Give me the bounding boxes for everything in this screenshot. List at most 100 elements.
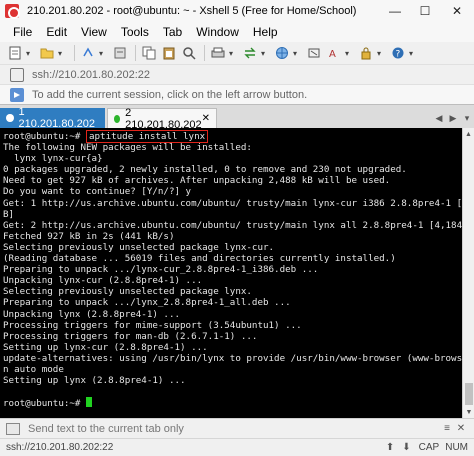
- tab-label: 1 210.201.80.202: [18, 106, 95, 130]
- tab-scroll-right-icon[interactable]: ▶: [446, 113, 460, 124]
- terminal-line: B]: [3, 208, 15, 220]
- terminal-line: Get: 2 http://us.archive.ubuntu.com/ubun…: [3, 219, 462, 231]
- menu-edit[interactable]: Edit: [39, 22, 74, 42]
- highlighted-command: aptitude install lynx: [85, 130, 209, 143]
- window-title: 210.201.80.202 - root@ubuntu: ~ - Xshell…: [27, 5, 357, 17]
- minimize-button[interactable]: —: [380, 0, 410, 22]
- terminal-output[interactable]: root@ubuntu:~# aptitude install lynx The…: [0, 128, 462, 418]
- menu-window[interactable]: Window: [189, 22, 246, 42]
- scroll-down-status-icon[interactable]: ⬇: [402, 442, 410, 453]
- compose-close-icon[interactable]: ✕: [454, 423, 468, 434]
- menu-help[interactable]: Help: [246, 22, 285, 42]
- lock-icon[interactable]: [357, 44, 375, 62]
- folder-icon[interactable]: [38, 44, 56, 62]
- chevron-down-icon[interactable]: ▾: [26, 49, 34, 58]
- find-icon[interactable]: [180, 44, 198, 62]
- print-icon[interactable]: [209, 44, 227, 62]
- compose-bar: Send text to the current tab only ≡ ✕: [0, 418, 474, 438]
- toolbar-divider: [74, 45, 75, 61]
- chevron-down-icon[interactable]: ▾: [58, 49, 66, 58]
- maximize-button[interactable]: ☐: [410, 0, 440, 22]
- status-indicators: ⬆ ⬇ CAP NUM: [386, 442, 474, 453]
- num-indicator: NUM: [445, 442, 468, 453]
- terminal-line: Selecting previously unselected package …: [3, 241, 275, 253]
- menu-bar: File Edit View Tools Tab Window Help: [0, 22, 474, 42]
- toolbar-divider: [204, 45, 205, 61]
- chevron-down-icon[interactable]: ▾: [99, 49, 107, 58]
- status-dot-icon: [6, 114, 14, 122]
- properties-icon[interactable]: [111, 44, 129, 62]
- terminal-line: update-alternatives: using /usr/bin/lynx…: [3, 352, 462, 364]
- close-button[interactable]: ✕: [440, 0, 474, 22]
- globe-icon[interactable]: [273, 44, 291, 62]
- tab-session-1[interactable]: 1 210.201.80.202: [0, 106, 105, 130]
- terminal-cursor: [85, 397, 92, 408]
- address-bar: ssh://210.201.80.202:22: [0, 64, 474, 84]
- scroll-up-icon[interactable]: ▲: [463, 128, 474, 140]
- info-text: To add the current session, click on the…: [32, 88, 308, 101]
- compose-menu-icon[interactable]: ≡: [440, 423, 454, 434]
- chevron-down-icon[interactable]: ▾: [293, 49, 301, 58]
- chevron-down-icon[interactable]: ▾: [409, 49, 417, 58]
- terminal-line: Setting up lynx (2.8.8pre4-1) ...: [3, 375, 186, 387]
- tab-navigation: ◀ ▶ ▾: [432, 108, 474, 128]
- svg-text:?: ?: [396, 50, 401, 60]
- terminal-final-prompt-line: root@ubuntu:~#: [3, 397, 462, 409]
- chevron-down-icon[interactable]: ▾: [377, 49, 385, 58]
- terminal-line: Unpacking lynx-cur (2.8.8pre4-1) ...: [3, 275, 203, 287]
- reconnect-icon[interactable]: [79, 44, 97, 62]
- terminal-line: Get: 1 http://us.archive.ubuntu.com/ubun…: [3, 197, 462, 209]
- scroll-down-icon[interactable]: ▼: [463, 406, 474, 418]
- copy-icon[interactable]: [140, 44, 158, 62]
- tab-bar: 1 210.201.80.202 2 210.201.80.202 ✕ ◀ ▶ …: [0, 104, 474, 131]
- menu-tools[interactable]: Tools: [114, 22, 156, 42]
- compose-input[interactable]: Send text to the current tab only: [28, 423, 184, 435]
- menu-file[interactable]: File: [6, 22, 39, 42]
- paste-icon[interactable]: [160, 44, 178, 62]
- terminal-line: (Reading database ... 56019 files and di…: [3, 253, 396, 265]
- transfer-icon[interactable]: [241, 44, 259, 62]
- address-field[interactable]: ssh://210.201.80.202:22: [32, 69, 150, 81]
- terminal-line: Processing triggers for mime-support (3.…: [3, 319, 302, 331]
- scroll-up-status-icon[interactable]: ⬆: [386, 442, 394, 453]
- terminal-lines: The following NEW packages will be insta…: [3, 142, 462, 386]
- terminal-line: lynx lynx-cur{a}: [3, 153, 103, 165]
- menu-tab[interactable]: Tab: [156, 22, 189, 42]
- terminal-prompt: root@ubuntu:~#: [3, 398, 86, 410]
- session-icon: [10, 67, 24, 82]
- compose-icon[interactable]: [6, 422, 20, 435]
- help-icon[interactable]: ?: [389, 44, 407, 62]
- status-host: ssh://210.201.80.202:22: [6, 442, 114, 453]
- terminal-line: The following NEW packages will be insta…: [3, 142, 252, 154]
- add-session-arrow-icon[interactable]: [10, 87, 24, 102]
- status-bar: ssh://210.201.80.202:22 ⬆ ⬇ CAP NUM: [0, 438, 474, 456]
- scroll-thumb[interactable]: [465, 383, 473, 405]
- terminal-line: n auto mode: [3, 363, 64, 375]
- toolbar: ▾ ▾ ▾ ▾ ▾ ▾ A ▾ ▾ ? ▾: [0, 42, 474, 64]
- terminal-command-line: root@ubuntu:~# aptitude install lynx: [3, 130, 462, 143]
- close-tab-icon[interactable]: ✕: [202, 113, 210, 124]
- terminal-line: Selecting previously unselected package …: [3, 286, 252, 298]
- chevron-down-icon[interactable]: ▾: [261, 49, 269, 58]
- terminal-line: Preparing to unpack .../lynx-cur_2.8.8pr…: [3, 264, 319, 276]
- tab-scroll-left-icon[interactable]: ◀: [432, 113, 446, 124]
- info-bar: To add the current session, click on the…: [0, 84, 474, 104]
- font-icon[interactable]: A: [325, 44, 343, 62]
- new-session-icon[interactable]: [6, 44, 24, 62]
- terminal-line: Fetched 927 kB in 2s (441 kB/s): [3, 230, 175, 242]
- terminal-line: 0 packages upgraded, 2 newly installed, …: [3, 164, 407, 176]
- tab-menu-icon[interactable]: ▾: [460, 113, 474, 124]
- menu-view[interactable]: View: [74, 22, 114, 42]
- tab-label: 2 210.201.80.202: [125, 106, 202, 131]
- terminal-prompt: root@ubuntu:~#: [3, 131, 86, 142]
- terminal-line: Need to get 927 kB of archives. After un…: [3, 175, 391, 187]
- window-controls: — ☐ ✕: [380, 0, 474, 22]
- terminal-scrollbar[interactable]: ▲ ▼: [462, 128, 474, 418]
- terminal-line: Preparing to unpack .../lynx_2.8.8pre4-1…: [3, 297, 291, 309]
- toolbar-divider: [135, 45, 136, 61]
- chevron-down-icon[interactable]: ▾: [229, 49, 237, 58]
- tab-session-2[interactable]: 2 210.201.80.202 ✕: [107, 106, 217, 131]
- fullscreen-icon[interactable]: [305, 44, 323, 62]
- chevron-down-icon[interactable]: ▾: [345, 49, 353, 58]
